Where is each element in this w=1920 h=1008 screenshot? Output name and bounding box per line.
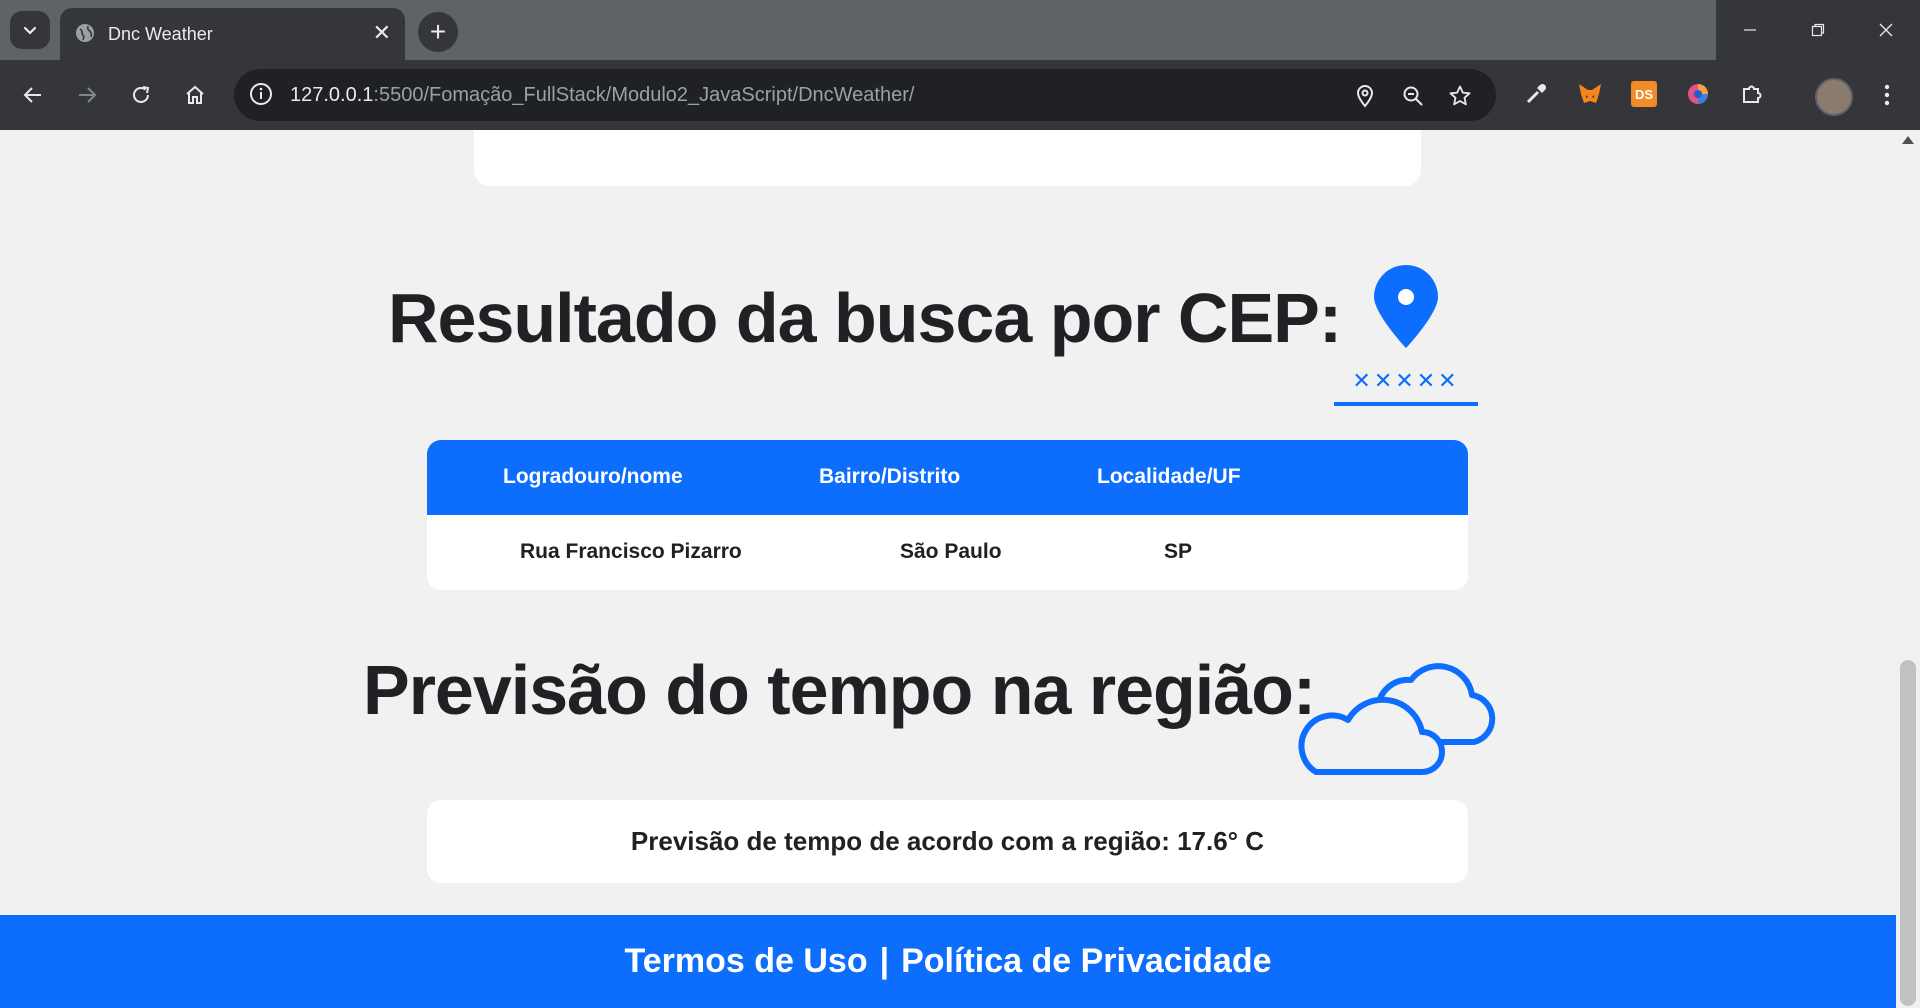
minimize-button[interactable] xyxy=(1716,0,1784,60)
eyedropper-extension-icon[interactable] xyxy=(1522,80,1550,108)
arrow-left-icon xyxy=(23,87,41,103)
metamask-fox-icon[interactable] xyxy=(1576,80,1604,108)
scroll-up-arrow-icon[interactable] xyxy=(1902,136,1914,144)
footer-separator: | xyxy=(879,942,890,980)
reload-button[interactable] xyxy=(126,80,156,110)
header-logradouro: Logradouro/nome xyxy=(503,465,683,488)
cell-localidade: SP xyxy=(1164,540,1193,563)
cell-bairro: São Paulo xyxy=(900,540,1002,563)
cep-result-table: Logradouro/nome Bairro/Distrito Localida… xyxy=(427,440,1468,590)
address-bar[interactable]: 127.0.0.1:5500/Fomação_FullStack/Modulo2… xyxy=(234,69,1496,121)
map-pin-icon: ✕✕✕✕✕ xyxy=(1334,265,1478,406)
arrow-right-icon xyxy=(79,87,97,103)
browser-toolbar: 127.0.0.1:5500/Fomação_FullStack/Modulo2… xyxy=(0,60,1920,130)
forecast-card: Previsão de tempo de acordo com a região… xyxy=(427,800,1468,883)
extensions-puzzle-icon[interactable] xyxy=(1738,80,1766,108)
plus-icon: + xyxy=(429,16,447,47)
ds-extension-label: DS xyxy=(1631,81,1657,107)
tab-title: Dnc Weather xyxy=(108,24,213,44)
back-button[interactable] xyxy=(18,80,48,110)
globe-icon xyxy=(76,24,94,42)
ds-extension-icon[interactable]: DS xyxy=(1630,80,1658,108)
color-wheel-extension-icon[interactable] xyxy=(1684,80,1712,108)
info-icon[interactable] xyxy=(248,81,274,107)
browser-menu-button[interactable] xyxy=(1872,80,1902,110)
previous-card xyxy=(474,130,1421,186)
tab-search-button[interactable] xyxy=(10,11,50,49)
close-tab-icon[interactable]: ✕ xyxy=(373,20,391,46)
home-icon xyxy=(186,85,204,104)
clouds-icon xyxy=(1298,663,1496,775)
chevron-down-icon xyxy=(23,26,37,35)
browser-tab-active[interactable]: Dnc Weather ✕ xyxy=(60,8,405,60)
profile-avatar[interactable] xyxy=(1815,78,1853,116)
restore-button[interactable] xyxy=(1784,0,1852,60)
terms-link[interactable]: Termos de Uso xyxy=(624,942,867,981)
cep-placeholder-mark: ✕✕✕✕✕ xyxy=(1352,369,1459,394)
header-localidade: Localidade/UF xyxy=(1097,465,1241,488)
forecast-text: Previsão de tempo de acordo com a região… xyxy=(630,826,1265,856)
forward-button[interactable] xyxy=(72,80,102,110)
privacy-link[interactable]: Política de Privacidade xyxy=(901,942,1271,981)
header-bairro: Bairro/Distrito xyxy=(819,465,961,488)
url-host: 127.0.0.1 xyxy=(290,84,374,106)
browser-tab-bar: Dnc Weather ✕ + xyxy=(0,0,1920,60)
home-button[interactable] xyxy=(180,80,210,110)
kebab-menu-icon xyxy=(1884,84,1890,106)
cell-logradouro: Rua Francisco Pizarro xyxy=(520,540,742,563)
url-path: :5500/Fomação_FullStack/Modulo2_JavaScri… xyxy=(373,84,915,106)
url-text[interactable]: 127.0.0.1:5500/Fomação_FullStack/Modulo2… xyxy=(290,84,914,107)
restore-icon xyxy=(1811,23,1825,37)
cep-heading: Resultado da busca por CEP: xyxy=(388,279,1342,357)
footer: Termos de Uso | Política de Privacidade xyxy=(0,915,1896,1008)
close-icon xyxy=(1879,23,1893,37)
location-icon[interactable] xyxy=(1352,83,1378,109)
cep-table-header: Logradouro/nome Bairro/Distrito Localida… xyxy=(427,440,1468,515)
vertical-scrollbar[interactable] xyxy=(1896,130,1920,1008)
bookmark-star-icon[interactable] xyxy=(1447,83,1473,109)
zoom-icon[interactable] xyxy=(1400,83,1426,109)
table-row: Rua Francisco Pizarro São Paulo SP xyxy=(427,515,1468,590)
weather-heading: Previsão do tempo na região: xyxy=(363,651,1316,729)
reload-icon xyxy=(133,86,150,103)
new-tab-button[interactable]: + xyxy=(418,12,458,52)
close-window-button[interactable] xyxy=(1852,0,1920,60)
page-viewport: Resultado da busca por CEP: ✕✕✕✕✕ Lograd… xyxy=(0,130,1896,1008)
scrollbar-thumb[interactable] xyxy=(1900,660,1916,1006)
minimize-icon xyxy=(1744,29,1756,31)
